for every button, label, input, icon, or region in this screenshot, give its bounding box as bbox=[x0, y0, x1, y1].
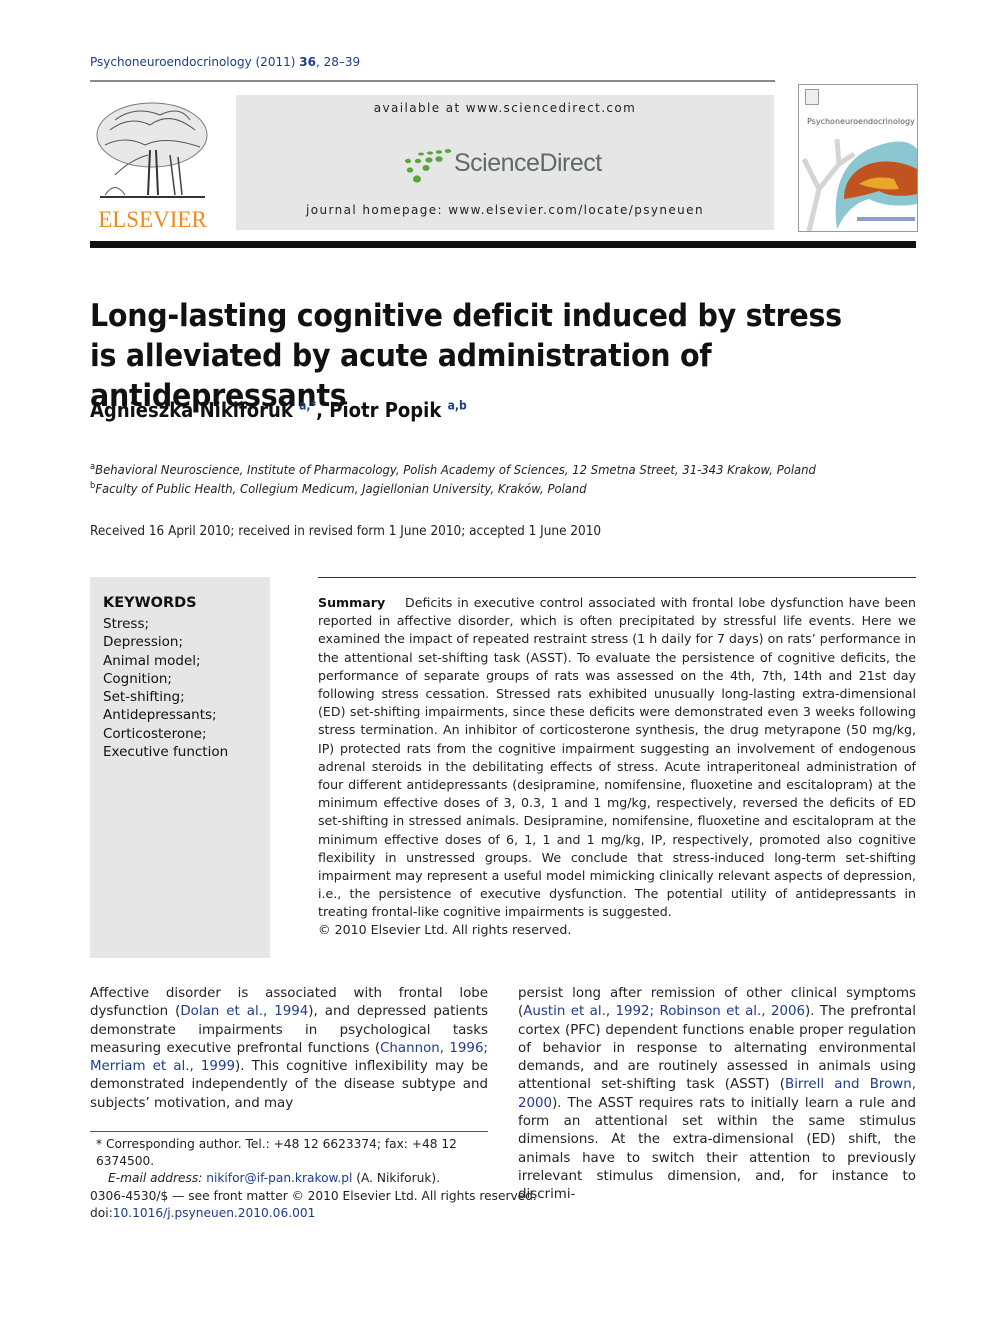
affiliation-a: aBehavioral Neuroscience, Institute of P… bbox=[90, 462, 816, 477]
body-column-right: persist long after remission of other cl… bbox=[518, 985, 916, 1205]
sciencedirect-banner: available at www.sciencedirect.com Scien… bbox=[236, 95, 774, 230]
affiliation-text: Behavioral Neuroscience, Institute of Ph… bbox=[95, 462, 816, 478]
keywords-box: KEYWORDS Stress; Depression; Animal mode… bbox=[90, 577, 270, 958]
tree-icon bbox=[96, 102, 208, 198]
keyword-item: Cognition; bbox=[103, 670, 172, 687]
elsevier-wordmark: ELSEVIER bbox=[98, 207, 207, 232]
sciencedirect-logo-text: ScienceDirect bbox=[454, 149, 602, 177]
author-separator: , bbox=[316, 398, 330, 422]
author-affiliation-marks[interactable]: a,* bbox=[299, 398, 316, 412]
citation-link[interactable]: Austin et al., 1992; Robinson et al., 20… bbox=[523, 1004, 805, 1019]
received-dates: Received 16 April 2010; received in revi… bbox=[90, 524, 602, 539]
email-link[interactable]: nikifor@if-pan.krakow.pl bbox=[206, 1171, 352, 1185]
cover-title: Psychoneuroendocrinology bbox=[807, 117, 915, 126]
keyword-item: Depression; bbox=[103, 634, 184, 651]
abstract-summary: Summary Deficits in executive control as… bbox=[318, 594, 916, 922]
header-thick-rule bbox=[90, 241, 916, 248]
footnote-rule bbox=[90, 1131, 488, 1132]
issn-line: 0306-4530/$ — see front matter © 2010 El… bbox=[90, 1189, 537, 1203]
keyword-item: Animal model; bbox=[103, 652, 201, 669]
keywords-heading: KEYWORDS bbox=[103, 595, 197, 611]
front-matter: 0306-4530/$ — see front matter © 2010 El… bbox=[90, 1188, 537, 1222]
available-at-link[interactable]: available at www.sciencedirect.com bbox=[236, 101, 774, 115]
keyword-item: Executive function bbox=[103, 744, 229, 761]
author-list: Agnieszka Nikiforuk a,*, Piotr Popik a,b bbox=[90, 398, 467, 422]
keyword-item: Corticosterone; bbox=[103, 725, 207, 742]
summary-rule bbox=[318, 577, 916, 578]
sciencedirect-logo[interactable]: ScienceDirect bbox=[404, 143, 614, 193]
corresponding-author-info: Corresponding author. Tel.: +48 12 66233… bbox=[96, 1137, 457, 1168]
footnote: * Corresponding author. Tel.: +48 12 662… bbox=[96, 1136, 488, 1187]
journal-reference[interactable]: Psychoneuroendocrinology (2011) 36, 28–3… bbox=[90, 55, 360, 69]
keywords-list: Stress; Depression; Animal model; Cognit… bbox=[103, 615, 228, 761]
sciencedirect-dots-icon bbox=[405, 149, 452, 183]
abstract-copyright: © 2010 Elsevier Ltd. All rights reserved… bbox=[318, 922, 572, 937]
header-rule bbox=[90, 80, 775, 82]
author-name: Agnieszka Nikiforuk bbox=[90, 398, 293, 422]
body-text: ). The ASST requires rats to initially l… bbox=[518, 1095, 916, 1203]
affiliation-text: Faculty of Public Health, Collegium Medi… bbox=[95, 481, 587, 497]
cover-publisher-icon bbox=[805, 89, 819, 105]
keyword-item: Set-shifting; bbox=[103, 689, 185, 706]
body-column-left: Affective disorder is associated with fr… bbox=[90, 985, 488, 1113]
author-affiliation-marks[interactable]: a,b bbox=[448, 398, 467, 412]
author-name: Piotr Popik bbox=[329, 398, 442, 422]
citation-link[interactable]: Dolan et al., 1994 bbox=[180, 1004, 308, 1019]
keyword-item: Antidepressants; bbox=[103, 707, 217, 724]
journal-homepage-link[interactable]: journal homepage: www.elsevier.com/locat… bbox=[236, 203, 774, 217]
summary-text: Deficits in executive control associated… bbox=[318, 595, 916, 920]
email-suffix: (A. Nikiforuk). bbox=[352, 1171, 441, 1185]
journal-volume: 36 bbox=[299, 55, 316, 69]
affiliation-b: bFaculty of Public Health, Collegium Med… bbox=[90, 481, 587, 496]
doi-link[interactable]: 10.1016/j.psyneuen.2010.06.001 bbox=[113, 1206, 316, 1220]
footnote-mark: * bbox=[96, 1137, 103, 1151]
keyword-item: Stress; bbox=[103, 616, 150, 632]
journal-name[interactable]: Psychoneuroendocrinology (2011) bbox=[90, 55, 295, 69]
cover-brain-image bbox=[801, 138, 917, 231]
email-label: E-mail address: bbox=[108, 1171, 203, 1185]
summary-label: Summary bbox=[318, 595, 386, 610]
journal-pages: , 28–39 bbox=[315, 55, 361, 69]
journal-cover-thumbnail[interactable]: Psychoneuroendocrinology bbox=[798, 84, 918, 232]
doi-label: doi: bbox=[90, 1206, 113, 1220]
